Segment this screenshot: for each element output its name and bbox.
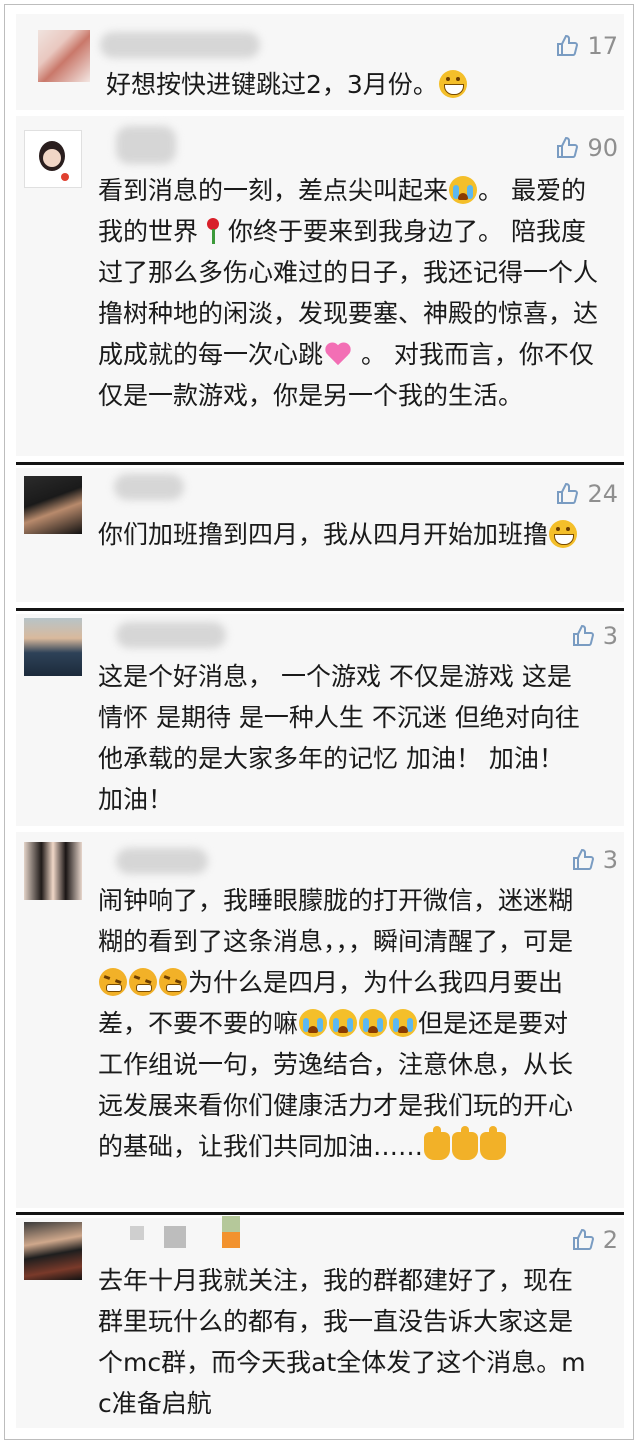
comment-text-segment: 闹钟响了，我睡眼朦胧的打开微信，迷迷糊糊的看到了这条消息，，，瞬间清醒了，可是 [98, 886, 574, 956]
comment-text: 去年十月我就关注，我的群都建好了，现在群里玩什么的都有，我一直没告诉大家这是个m… [98, 1260, 588, 1424]
comment-text-segment: 去年十月我就关注，我的群都建好了，现在群里玩什么的都有，我一直没告诉大家这是个m… [98, 1266, 586, 1418]
username-redacted [100, 32, 260, 58]
like-count: 24 [587, 480, 618, 508]
comment-text-segment: 看到消息的一刻，差点尖叫起来 [98, 176, 449, 205]
avatar[interactable] [24, 1222, 82, 1280]
cry-emoji-icon [329, 1009, 358, 1037]
cry-emoji-icon [449, 176, 478, 204]
angry-emoji-icon [159, 968, 187, 996]
thumbs-up-icon [557, 482, 579, 504]
avatar[interactable] [24, 842, 82, 900]
thumb-emoji-icon [452, 1126, 479, 1160]
like-button[interactable]: 17 [555, 32, 618, 60]
comment-divider [16, 462, 624, 465]
cry-emoji-icon [389, 1009, 418, 1037]
avatar[interactable] [24, 618, 82, 676]
like-button[interactable]: 90 [555, 134, 618, 162]
grin-emoji-icon [549, 520, 578, 548]
like-count: 2 [602, 1226, 618, 1254]
username-redacted [164, 1226, 186, 1248]
username-redacted [130, 1226, 144, 1240]
username-redacted [116, 848, 208, 874]
comment-divider [16, 1212, 624, 1215]
comment-divider [16, 608, 624, 611]
cry-emoji-icon [359, 1009, 388, 1037]
username-redacted [222, 1216, 240, 1232]
avatar[interactable] [24, 130, 82, 188]
avatar[interactable] [24, 476, 82, 534]
comment-text-segment: 这是个好消息， 一个游戏 不仅是游戏 这是情怀 是期待 是一种人生 不沉迷 但绝… [98, 662, 588, 814]
thumb-emoji-icon [480, 1126, 507, 1160]
like-count: 3 [602, 622, 618, 650]
rose-emoji-icon [199, 217, 227, 245]
like-count: 90 [587, 134, 618, 162]
angry-emoji-icon [99, 968, 127, 996]
like-count: 17 [587, 32, 618, 60]
comment-text-segment: 好想按快进键跳过2，3月份。 [106, 70, 438, 99]
avatar[interactable] [38, 30, 90, 82]
grin-emoji-icon [438, 70, 467, 98]
cry-emoji-icon [299, 1009, 328, 1037]
username-redacted [114, 474, 184, 500]
thumb-emoji-icon [424, 1126, 451, 1160]
comment-text: 闹钟响了，我睡眼朦胧的打开微信，迷迷糊糊的看到了这条消息，，，瞬间清醒了，可是为… [98, 880, 590, 1167]
comment-text: 好想按快进键跳过2，3月份。 [106, 64, 606, 105]
thumbs-up-icon [572, 848, 594, 870]
thumbs-up-icon [557, 34, 579, 56]
username-redacted [116, 622, 226, 648]
comment-text: 你们加班撸到四月，我从四月开始加班撸 [98, 514, 578, 555]
like-button[interactable]: 24 [555, 480, 618, 508]
heart-emoji-icon [324, 340, 352, 368]
thumbs-up-icon [572, 1228, 594, 1250]
thumbs-up-icon [572, 624, 594, 646]
like-count: 3 [602, 846, 618, 874]
comment-text-segment: 你们加班撸到四月，我从四月开始加班撸 [98, 520, 549, 549]
username-redacted [116, 126, 176, 164]
like-button[interactable]: 2 [571, 1226, 618, 1254]
comment-text: 看到消息的一刻，差点尖叫起来。 最爱的我的世界 你终于要来到我身边了。 陪我度过了… [98, 170, 598, 416]
comment-text: 这是个好消息， 一个游戏 不仅是游戏 这是情怀 是期待 是一种人生 不沉迷 但绝… [98, 656, 588, 820]
thumbs-up-icon [557, 136, 579, 158]
like-button[interactable]: 3 [571, 622, 618, 650]
like-button[interactable]: 3 [571, 846, 618, 874]
angry-emoji-icon [129, 968, 157, 996]
username-redacted [222, 1232, 240, 1248]
